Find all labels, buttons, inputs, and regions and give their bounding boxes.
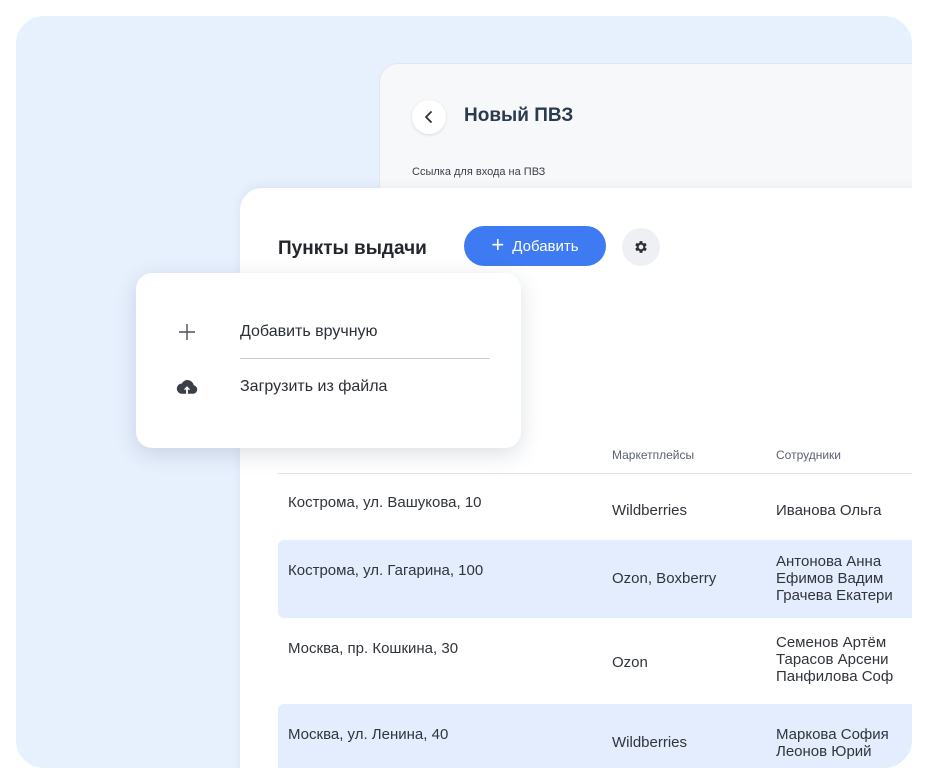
employee-name: Панфилова Соф xyxy=(776,668,894,685)
table-row[interactable]: Кострома, ул. Вашукова, 10 Wildberries И… xyxy=(278,474,912,540)
marketplaces-cell: Wildberries xyxy=(612,502,688,519)
employee-name: Иванова Ольга xyxy=(776,502,882,519)
column-header-marketplaces: Маркетплейсы xyxy=(612,448,695,462)
table-row[interactable]: Москва, пр. Кошкина, 30 Ozon Семенов Арт… xyxy=(278,618,912,704)
address-cell: Москва, пр. Кошкина, 30 xyxy=(288,640,459,657)
employees-cell: Семенов Артём Тарасов Арсени Панфилова С… xyxy=(776,634,893,685)
employee-name: Ефимов Вадим xyxy=(776,570,884,587)
employees-cell: Антонова Анна Ефимов Вадим Грачева Екате… xyxy=(776,553,893,604)
pickup-points-table: Маркетплейсы Сотрудники Кострома, ул. Ва… xyxy=(278,434,912,768)
table-row[interactable]: Кострома, ул. Гагарина, 100 Ozon, Boxber… xyxy=(278,540,912,618)
menu-item-label: Загрузить из файла xyxy=(240,378,388,395)
new-pvz-title: Новый ПВЗ xyxy=(464,105,574,126)
marketplaces-cell: Ozon, Boxberry xyxy=(612,570,717,587)
add-options-menu: Добавить вручную Загрузить из файла xyxy=(136,273,521,448)
table-row[interactable]: Москва, ул. Ленина, 40 Wildberries Марко… xyxy=(278,704,912,768)
pvz-link-label: Ссылка для входа на ПВЗ xyxy=(412,166,546,178)
address-cell: Кострома, ул. Гагарина, 100 xyxy=(288,562,484,579)
employee-name: Антонова Анна xyxy=(776,553,882,570)
address-cell: Кострома, ул. Вашукова, 10 xyxy=(288,494,482,511)
employee-name: Маркова София xyxy=(776,726,889,743)
employee-name: Леонов Юрий xyxy=(776,743,872,760)
settings-button[interactable] xyxy=(622,228,660,266)
add-button[interactable]: + Добавить xyxy=(464,226,606,266)
employee-name: Тарасов Арсени xyxy=(776,651,889,668)
menu-item-upload-file[interactable]: Загрузить из файла xyxy=(136,365,521,409)
address-cell: Москва, ул. Ленина, 40 xyxy=(288,726,449,743)
gear-icon xyxy=(635,241,647,253)
employees-cell: Иванова Ольга xyxy=(776,502,881,519)
employee-name: Грачева Екатери xyxy=(776,587,893,604)
plus-icon: + xyxy=(491,232,505,257)
menu-item-add-manually[interactable]: Добавить вручную xyxy=(136,310,521,354)
cloud-upload-icon xyxy=(176,376,198,398)
marketplaces-cell: Ozon xyxy=(612,654,648,671)
employees-cell: Маркова София Леонов Юрий xyxy=(776,726,889,760)
menu-item-label: Добавить вручную xyxy=(240,323,378,340)
plus-icon xyxy=(176,321,198,343)
employee-name: Семенов Артём xyxy=(776,634,887,651)
menu-divider xyxy=(240,358,490,359)
column-header-employees: Сотрудники xyxy=(776,448,841,462)
add-button-label: Добавить xyxy=(512,237,579,255)
chevron-left-icon xyxy=(425,111,432,123)
back-button[interactable] xyxy=(412,100,446,134)
page-title: Пункты выдачи xyxy=(278,238,427,259)
marketplaces-cell: Wildberries xyxy=(612,734,688,751)
